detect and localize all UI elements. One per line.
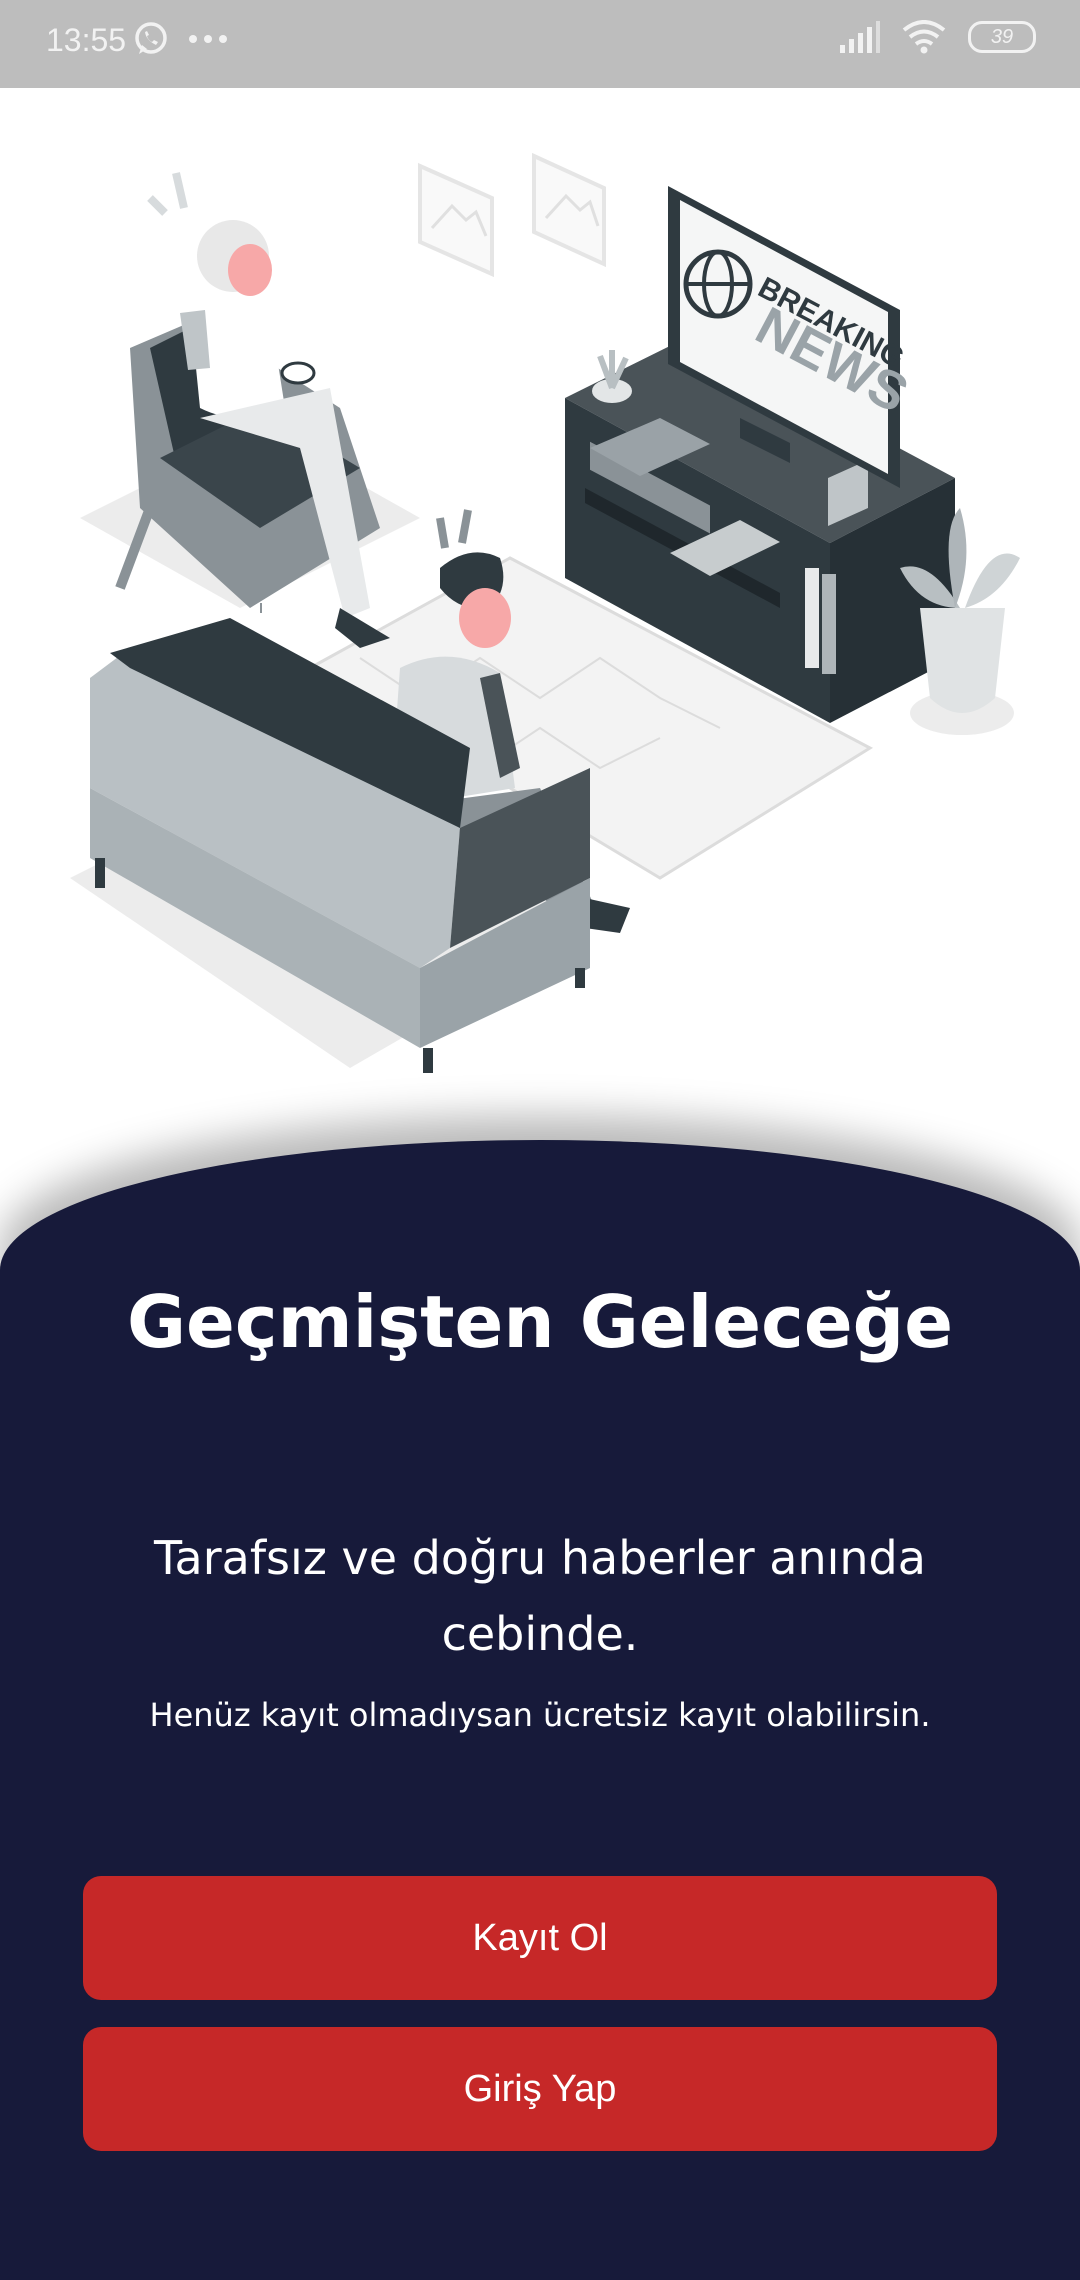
onboarding-subtitle: Tarafsız ve doğru haberler anında cebind… (154, 1531, 926, 1661)
registration-hint: Henüz kayıt olmadıysan ücretsiz kayıt ol… (149, 1696, 931, 1734)
signal-icon (840, 21, 880, 53)
status-time: 13:55 (46, 22, 127, 58)
wall-frame-2 (532, 152, 606, 268)
onboarding-title: Geçmişten Geleceğe (126, 1280, 954, 1364)
living-room-illustration: BREAKING NEWS (70, 152, 1020, 1073)
status-left-icons (132, 20, 228, 58)
battery-level: 39 (990, 25, 1014, 48)
status-right-icons: 39 (838, 20, 1036, 54)
wall-frame-1 (418, 162, 494, 278)
more-dots-icon (189, 35, 227, 43)
wifi-icon (902, 20, 946, 54)
battery-icon: 39 (968, 21, 1036, 53)
register-button[interactable]: Kayıt Ol (83, 1876, 997, 2000)
login-button[interactable]: Giriş Yap (83, 2027, 997, 2151)
whatsapp-icon (135, 22, 167, 54)
status-bar: 13:55 39 (0, 0, 1080, 88)
